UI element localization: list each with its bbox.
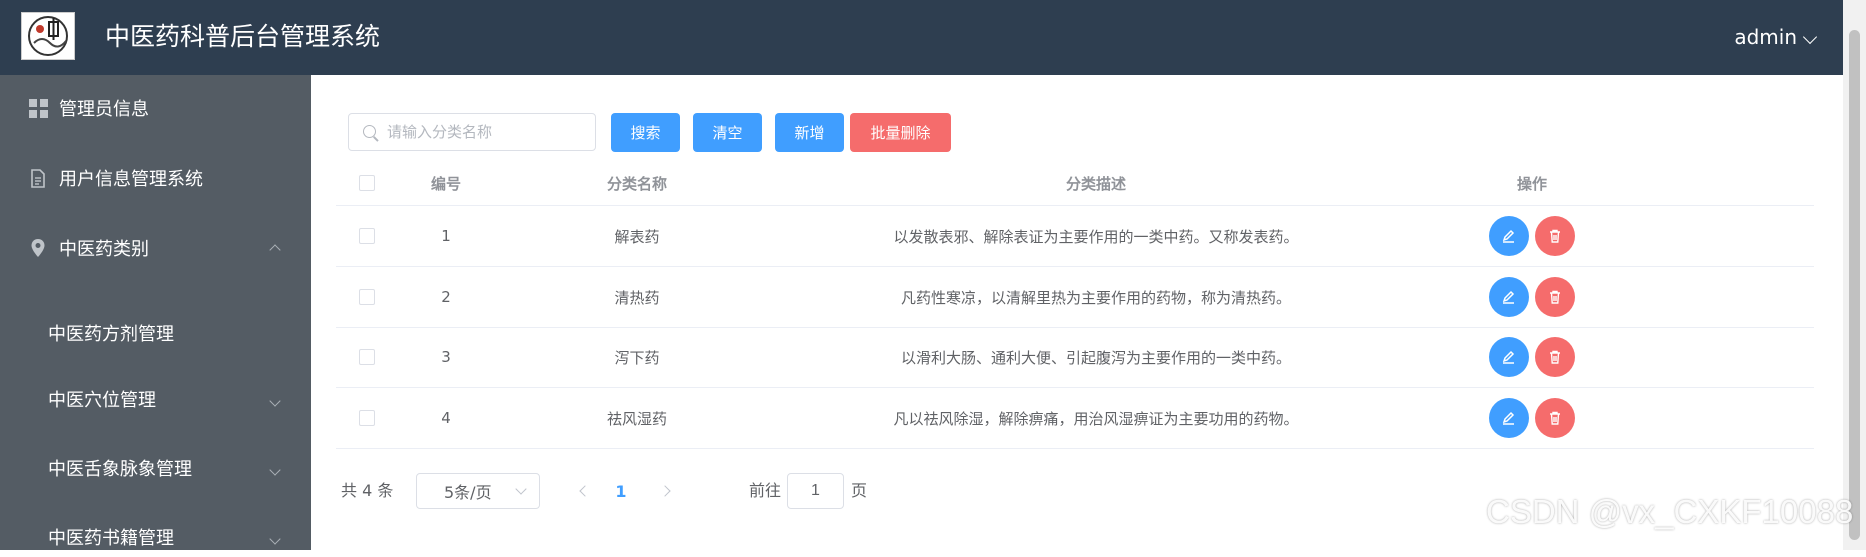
header-desc: 分类描述 bbox=[1065, 174, 1126, 193]
table-row: 2 清热药 凡药性寒凉，以清解里热为主要作用的药物，称为清热药。 bbox=[336, 267, 1814, 328]
table-row: 4 祛风湿药 凡以祛风除湿，解除痹痛，用治风湿痹证为主要功用的药物。 bbox=[336, 388, 1814, 449]
pagination: 共 4 条 5条/页 1 前往 页 bbox=[341, 473, 1041, 509]
sidebar-item-label: 中医穴位管理 bbox=[48, 390, 156, 411]
top-header: 中医药科普后台管理系统 admin bbox=[0, 0, 1843, 75]
delete-button[interactable] bbox=[1535, 216, 1575, 256]
main-content: 搜索 清空 新增 批量删除 编号 分类名称 分类描述 操作 1 解表药 以发散表… bbox=[311, 75, 1843, 550]
sidebar-item-label: 中医药方剂管理 bbox=[48, 324, 174, 345]
edit-button[interactable] bbox=[1489, 398, 1529, 438]
cell-id: 1 bbox=[441, 227, 451, 245]
sidebar-item-acupoint[interactable]: 中医穴位管理 bbox=[0, 379, 311, 419]
header-id: 编号 bbox=[430, 174, 461, 193]
sidebar-item-label: 用户信息管理系统 bbox=[59, 169, 203, 190]
next-page-button[interactable] bbox=[650, 473, 680, 509]
trash-icon bbox=[1550, 411, 1560, 425]
prev-page-button[interactable] bbox=[570, 473, 600, 509]
delete-button[interactable] bbox=[1535, 398, 1575, 438]
cell-desc: 凡以祛风除湿，解除痹痛，用治风湿痹证为主要功用的药物。 bbox=[893, 409, 1299, 428]
goto-label: 前往 bbox=[749, 481, 782, 500]
add-button[interactable]: 新增 bbox=[775, 113, 844, 152]
search-button[interactable]: 搜索 bbox=[611, 113, 680, 152]
page-suffix: 页 bbox=[851, 481, 868, 500]
cell-desc: 凡药性寒凉，以清解里热为主要作用的药物，称为清热药。 bbox=[900, 288, 1291, 307]
table-row: 3 泻下药 以滑利大肠、通利大便、引起腹泻为主要作用的一类中药。 bbox=[336, 327, 1814, 388]
sidebar-item-books[interactable]: 中医药书籍管理 bbox=[0, 517, 311, 557]
sidebar-item-prescription[interactable]: 中医药方剂管理 bbox=[0, 313, 311, 353]
username: admin bbox=[1734, 25, 1797, 49]
chevron-down-icon bbox=[1802, 29, 1818, 45]
sidebar-item-label: 中医药类别 bbox=[59, 239, 149, 260]
cell-desc: 以发散表邪、解除表证为主要作用的一类中药。又称发表药。 bbox=[893, 227, 1299, 246]
row-checkbox[interactable] bbox=[359, 289, 375, 305]
table-header-row: 编号 分类名称 分类描述 操作 bbox=[336, 161, 1814, 206]
cell-name: 解表药 bbox=[614, 227, 660, 246]
sidebar-item-tcm-category[interactable]: 中医药类别 bbox=[0, 228, 311, 268]
sidebar-item-label: 中医舌象脉象管理 bbox=[48, 459, 192, 480]
chevron-up-icon bbox=[269, 238, 281, 259]
scrollbar-thumb[interactable] bbox=[1849, 30, 1860, 540]
pagination-total: 共 4 条 bbox=[341, 481, 394, 500]
edit-icon bbox=[1502, 229, 1515, 243]
grid-icon bbox=[28, 98, 48, 118]
delete-button[interactable] bbox=[1535, 277, 1575, 317]
edit-button[interactable] bbox=[1489, 277, 1529, 317]
sidebar-item-tongue-pulse[interactable]: 中医舌象脉象管理 bbox=[0, 448, 311, 488]
search-box bbox=[348, 113, 596, 151]
header-ops: 操作 bbox=[1516, 174, 1547, 193]
edit-button[interactable] bbox=[1489, 337, 1529, 377]
search-icon bbox=[363, 125, 376, 138]
cell-desc: 以滑利大肠、通利大便、引起腹泻为主要作用的一类中药。 bbox=[900, 348, 1291, 367]
sidebar-item-label: 中医药书籍管理 bbox=[48, 528, 174, 549]
document-icon bbox=[28, 168, 48, 188]
delete-button[interactable] bbox=[1535, 337, 1575, 377]
user-menu[interactable]: admin bbox=[1734, 22, 1818, 52]
row-checkbox[interactable] bbox=[359, 349, 375, 365]
cell-id: 3 bbox=[441, 348, 451, 366]
sidebar-item-label: 管理员信息 bbox=[59, 99, 149, 120]
select-all-checkbox[interactable] bbox=[359, 175, 375, 191]
trash-icon bbox=[1550, 290, 1560, 304]
chevron-down-icon bbox=[269, 527, 281, 548]
header-name: 分类名称 bbox=[606, 174, 667, 193]
edit-icon bbox=[1502, 350, 1515, 364]
page-size-select[interactable]: 5条/页 bbox=[416, 473, 540, 509]
trash-icon bbox=[1550, 350, 1560, 364]
trash-icon bbox=[1550, 229, 1560, 243]
location-icon bbox=[28, 238, 48, 258]
goto-page-input[interactable] bbox=[787, 473, 844, 509]
edit-button[interactable] bbox=[1489, 216, 1529, 256]
edit-icon bbox=[1502, 411, 1515, 425]
clear-button[interactable]: 清空 bbox=[693, 113, 762, 152]
sidebar: 管理员信息 用户信息管理系统 中医药类别 中医药方剂管理 中医穴位管理 中医舌象… bbox=[0, 75, 311, 550]
current-page-number[interactable]: 1 bbox=[606, 473, 636, 509]
batch-delete-button[interactable]: 批量删除 bbox=[850, 113, 951, 152]
row-checkbox[interactable] bbox=[359, 410, 375, 426]
cell-name: 泻下药 bbox=[614, 348, 660, 367]
chevron-down-icon bbox=[269, 389, 281, 410]
row-checkbox[interactable] bbox=[359, 228, 375, 244]
system-title: 中医药科普后台管理系统 bbox=[105, 22, 381, 51]
app-logo bbox=[21, 12, 75, 60]
chevron-down-icon bbox=[515, 483, 527, 495]
page-size-value: 5条/页 bbox=[444, 483, 492, 502]
cell-name: 祛风湿药 bbox=[606, 409, 667, 428]
watermark: CSDN @vx_CXKF10088 bbox=[1486, 493, 1854, 530]
table-row: 1 解表药 以发散表邪、解除表证为主要作用的一类中药。又称发表药。 bbox=[336, 206, 1814, 267]
sidebar-item-user-management[interactable]: 用户信息管理系统 bbox=[0, 158, 311, 198]
edit-icon bbox=[1502, 290, 1515, 304]
sidebar-item-admin-info[interactable]: 管理员信息 bbox=[0, 88, 311, 128]
cell-id: 4 bbox=[441, 409, 451, 427]
chevron-down-icon bbox=[269, 458, 281, 479]
cell-name: 清热药 bbox=[614, 288, 660, 307]
cell-id: 2 bbox=[441, 288, 451, 306]
vertical-scrollbar[interactable] bbox=[1843, 0, 1866, 550]
search-input[interactable] bbox=[385, 122, 589, 142]
